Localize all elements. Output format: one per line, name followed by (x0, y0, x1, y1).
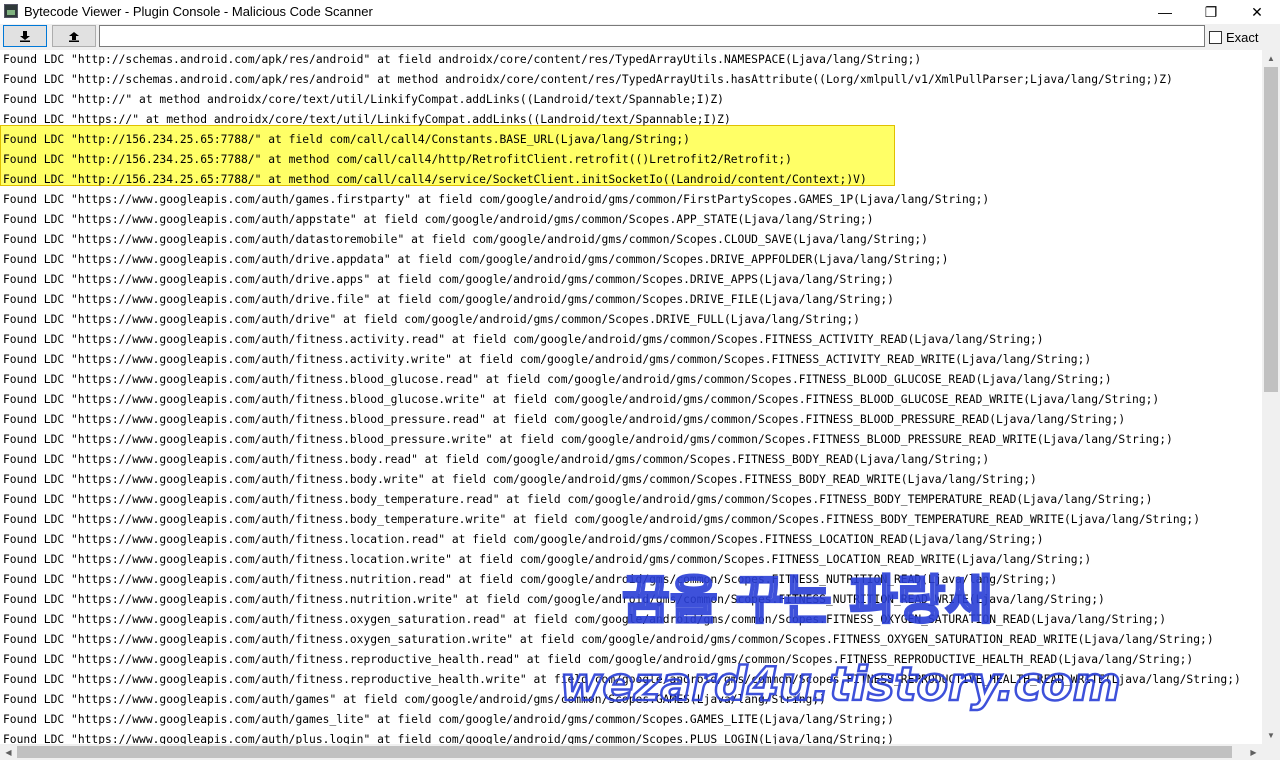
console-line: Found LDC "https://www.googleapis.com/au… (3, 613, 1167, 626)
scroll-left-arrow-icon[interactable]: ◀ (0, 744, 17, 760)
console-line: Found LDC "https://www.googleapis.com/au… (3, 713, 894, 726)
scroll-right-arrow-icon[interactable]: ▶ (1245, 744, 1262, 760)
console-line: Found LDC "https://www.googleapis.com/au… (3, 533, 1044, 546)
vertical-scrollbar[interactable]: ▲ ▼ (1262, 50, 1280, 744)
horizontal-scroll-thumb[interactable] (17, 746, 1232, 758)
scroll-up-arrow-icon[interactable]: ▲ (1262, 50, 1280, 67)
console-line: Found LDC "https://www.googleapis.com/au… (3, 373, 1112, 386)
console-line: Found LDC "https://www.googleapis.com/au… (3, 653, 1194, 666)
console-line-highlighted: Found LDC "http://156.234.25.65:7788/" a… (3, 173, 867, 186)
console-line: Found LDC "https://www.googleapis.com/au… (3, 393, 1160, 406)
console-line: Found LDC "https://www.googleapis.com/au… (3, 693, 826, 706)
console-line: Found LDC "https://" at method androidx/… (3, 113, 731, 126)
console-line: Found LDC "https://www.googleapis.com/au… (3, 453, 990, 466)
scroll-down-arrow-icon[interactable]: ▼ (1262, 727, 1280, 744)
exact-label: Exact (1226, 29, 1259, 45)
window-title: Bytecode Viewer - Plugin Console - Malic… (24, 4, 373, 19)
search-input[interactable] (99, 25, 1205, 47)
scrollbar-corner (1262, 744, 1280, 760)
console-line: Found LDC "http://" at method androidx/c… (3, 93, 724, 106)
console-line: Found LDC "http://schemas.android.com/ap… (3, 73, 1173, 86)
console-line: Found LDC "https://www.googleapis.com/au… (3, 433, 1173, 446)
arrow-up-icon (69, 32, 79, 42)
minimize-icon: — (1158, 4, 1172, 20)
console-line: Found LDC "https://www.googleapis.com/au… (3, 273, 894, 286)
console-line-highlighted: Found LDC "http://156.234.25.65:7788/" a… (3, 153, 792, 166)
console-line: Found LDC "https://www.googleapis.com/au… (3, 193, 990, 206)
exact-checkbox[interactable]: Exact (1209, 28, 1259, 46)
horizontal-scrollbar[interactable]: ◀ ▶ (0, 744, 1262, 760)
console-output[interactable]: Found LDC "http://schemas.android.com/ap… (0, 50, 1262, 744)
console-line: Found LDC "https://www.googleapis.com/au… (3, 413, 1126, 426)
console-line: Found LDC "https://www.googleapis.com/au… (3, 633, 1214, 646)
console-line: Found LDC "https://www.googleapis.com/au… (3, 333, 1044, 346)
search-up-button[interactable] (52, 25, 96, 47)
console-line: Found LDC "https://www.googleapis.com/au… (3, 673, 1241, 686)
console-line-highlighted: Found LDC "http://156.234.25.65:7788/" a… (3, 133, 690, 146)
console-line: Found LDC "https://www.googleapis.com/au… (3, 253, 949, 266)
minimize-button[interactable]: — (1142, 0, 1188, 24)
console-line: Found LDC "https://www.googleapis.com/au… (3, 593, 1105, 606)
console-line: Found LDC "https://www.googleapis.com/au… (3, 513, 1201, 526)
console-line: Found LDC "https://www.googleapis.com/au… (3, 573, 1058, 586)
console-line: Found LDC "https://www.googleapis.com/au… (3, 473, 1037, 486)
maximize-button[interactable]: ❐ (1188, 0, 1234, 24)
console-line: Found LDC "https://www.googleapis.com/au… (3, 233, 928, 246)
arrow-down-icon (20, 31, 30, 42)
exact-checkbox-box[interactable] (1209, 30, 1222, 44)
console-line: Found LDC "https://www.googleapis.com/au… (3, 313, 860, 326)
vertical-scroll-thumb[interactable] (1264, 67, 1278, 392)
app-icon (4, 4, 18, 18)
title-bar: Bytecode Viewer - Plugin Console - Malic… (0, 0, 1280, 24)
console-line: Found LDC "https://www.googleapis.com/au… (3, 353, 1092, 366)
search-down-button[interactable] (3, 25, 47, 47)
console-line: Found LDC "http://schemas.android.com/ap… (3, 53, 922, 66)
close-icon: ✕ (1251, 3, 1263, 20)
console-line: Found LDC "https://www.googleapis.com/au… (3, 733, 894, 744)
console-line: Found LDC "https://www.googleapis.com/au… (3, 293, 894, 306)
close-button[interactable]: ✕ (1234, 0, 1280, 24)
console-line: Found LDC "https://www.googleapis.com/au… (3, 493, 1153, 506)
toolbar: Exact (0, 24, 1280, 50)
console-line: Found LDC "https://www.googleapis.com/au… (3, 553, 1092, 566)
console-line: Found LDC "https://www.googleapis.com/au… (3, 213, 874, 226)
restore-icon: ❐ (1204, 3, 1218, 20)
